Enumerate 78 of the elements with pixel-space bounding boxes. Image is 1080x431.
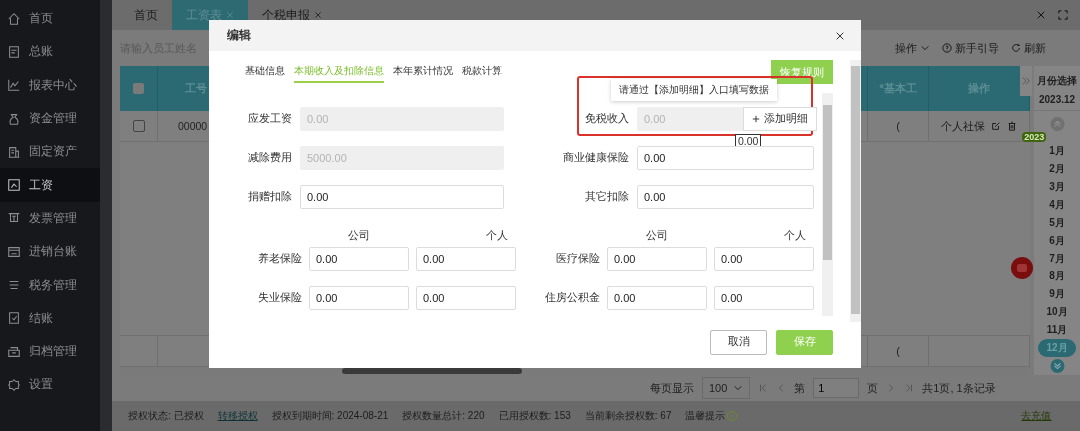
table-cell: ( xyxy=(896,120,900,132)
dialog-title: 编辑 xyxy=(227,27,251,44)
page-size-label: 每页显示 xyxy=(650,380,694,396)
field-label: 养老保险 xyxy=(257,252,302,266)
input-field[interactable]: 0.00 xyxy=(416,247,516,271)
input-field[interactable]: 0.00 xyxy=(714,247,814,271)
month-item[interactable]: 4月 xyxy=(1038,195,1077,214)
input-field[interactable]: 0.00 xyxy=(637,185,814,209)
field-label: 免税收入 xyxy=(584,112,629,126)
field-label: 减除费用 xyxy=(247,151,292,165)
page-label: 第 xyxy=(794,380,806,396)
status-text: 已用授权数: 153 xyxy=(498,409,571,423)
sidebar-item[interactable]: 结账 xyxy=(0,301,100,335)
page-number-field[interactable]: 1 xyxy=(813,378,860,398)
table-cell: 00000 xyxy=(178,120,208,132)
toolbar-button[interactable]: 操作 xyxy=(895,40,930,56)
sidebar-item[interactable]: 归档管理 xyxy=(0,334,100,369)
panel-title: 月份选择 xyxy=(1037,74,1078,88)
status-text: 授权到期时间: 2024-08-21 xyxy=(271,409,389,423)
input-field[interactable]: 0.00 xyxy=(637,146,814,170)
column-header: 个人 xyxy=(485,229,509,243)
sidebar-item[interactable]: 工资 xyxy=(0,168,100,202)
table-cell: ( xyxy=(896,345,900,357)
toolbar-button[interactable]: 刷新 xyxy=(1011,40,1046,56)
tooltip: 请通过【添加明细】入口填写数据 xyxy=(611,79,777,101)
sidebar-item[interactable]: 资金管理 xyxy=(0,101,100,136)
page-tab[interactable]: 个税申报 xyxy=(248,0,336,30)
input-field[interactable]: 0.00 xyxy=(416,286,516,310)
input-field[interactable]: 0.00 xyxy=(714,286,814,310)
column-header: 公司 xyxy=(645,229,669,243)
field-label: 失业保险 xyxy=(257,291,302,305)
sidebar-item[interactable]: 进销台账 xyxy=(0,235,100,269)
sidebar-item[interactable]: 发票管理 xyxy=(0,201,100,236)
dialog-tab[interactable]: 本年累计情况 xyxy=(393,61,453,83)
status-text: 授权状态: 已授权 xyxy=(128,409,204,423)
field-label: 应发工资 xyxy=(247,112,292,126)
input-field[interactable]: 0.00 xyxy=(300,185,504,209)
month-item[interactable]: 8月 xyxy=(1038,267,1077,286)
page-summary: 共1页, 1条记录 xyxy=(922,380,996,396)
sidebar-item[interactable]: 固定资产 xyxy=(0,135,100,169)
month-item[interactable]: 10月 xyxy=(1038,303,1077,322)
sidebar-item[interactable]: 税务管理 xyxy=(0,268,100,302)
month-item[interactable]: 7月 xyxy=(1038,249,1077,268)
input-field[interactable]: 0.00 xyxy=(309,247,409,271)
month-item[interactable]: 9月 xyxy=(1038,285,1077,304)
dialog-tab[interactable]: 基础信息 xyxy=(245,61,285,83)
input-field[interactable]: 0.00 xyxy=(309,286,409,310)
status-text: 当前剩余授权数: 67 xyxy=(584,409,672,423)
month-item[interactable]: 1月 xyxy=(1038,142,1077,161)
toolbar-button[interactable]: 新手引导 xyxy=(942,40,999,56)
sidebar-item[interactable]: 首页 xyxy=(0,2,100,36)
status-text: 温馨提示 xyxy=(685,409,726,423)
input-field[interactable]: 0.00 xyxy=(607,247,707,271)
page-size-select[interactable]: 100 xyxy=(702,377,751,399)
column-header: 个人 xyxy=(783,229,807,243)
column-header: 公司 xyxy=(347,229,371,243)
field-label: 住房公积金 xyxy=(544,291,600,305)
current-month: 2023.12 xyxy=(1034,88,1080,112)
sidebar-item[interactable]: 设置 xyxy=(0,368,100,402)
field-label: 其它扣除 xyxy=(584,190,629,204)
row-action-link[interactable]: 个人社保 xyxy=(941,118,986,134)
input-field[interactable]: 0.00 xyxy=(607,286,707,310)
sidebar-item[interactable]: 报表中心 xyxy=(0,68,100,102)
page-label: 页 xyxy=(867,380,879,396)
page-tab[interactable]: 首页 xyxy=(120,0,172,30)
month-item[interactable]: 6月 xyxy=(1038,231,1077,250)
cancel-button[interactable]: 取消 xyxy=(710,329,767,355)
status-text: 授权数量总计: 220 xyxy=(402,409,485,423)
month-item[interactable]: 2月 xyxy=(1038,160,1077,178)
sidebar-item[interactable]: 总账 xyxy=(0,35,100,69)
month-item[interactable]: 11月 xyxy=(1038,321,1077,340)
month-item[interactable]: 3月 xyxy=(1038,178,1077,196)
month-item[interactable]: 5月 xyxy=(1038,213,1077,232)
field-label: 医疗保险 xyxy=(555,252,600,266)
field-label: 捐赠扣除 xyxy=(247,190,292,204)
field-label: 商业健康保险 xyxy=(562,151,629,165)
dialog-tab[interactable]: 税款计算 xyxy=(462,61,502,83)
year-badge: 2023 xyxy=(1022,132,1047,143)
